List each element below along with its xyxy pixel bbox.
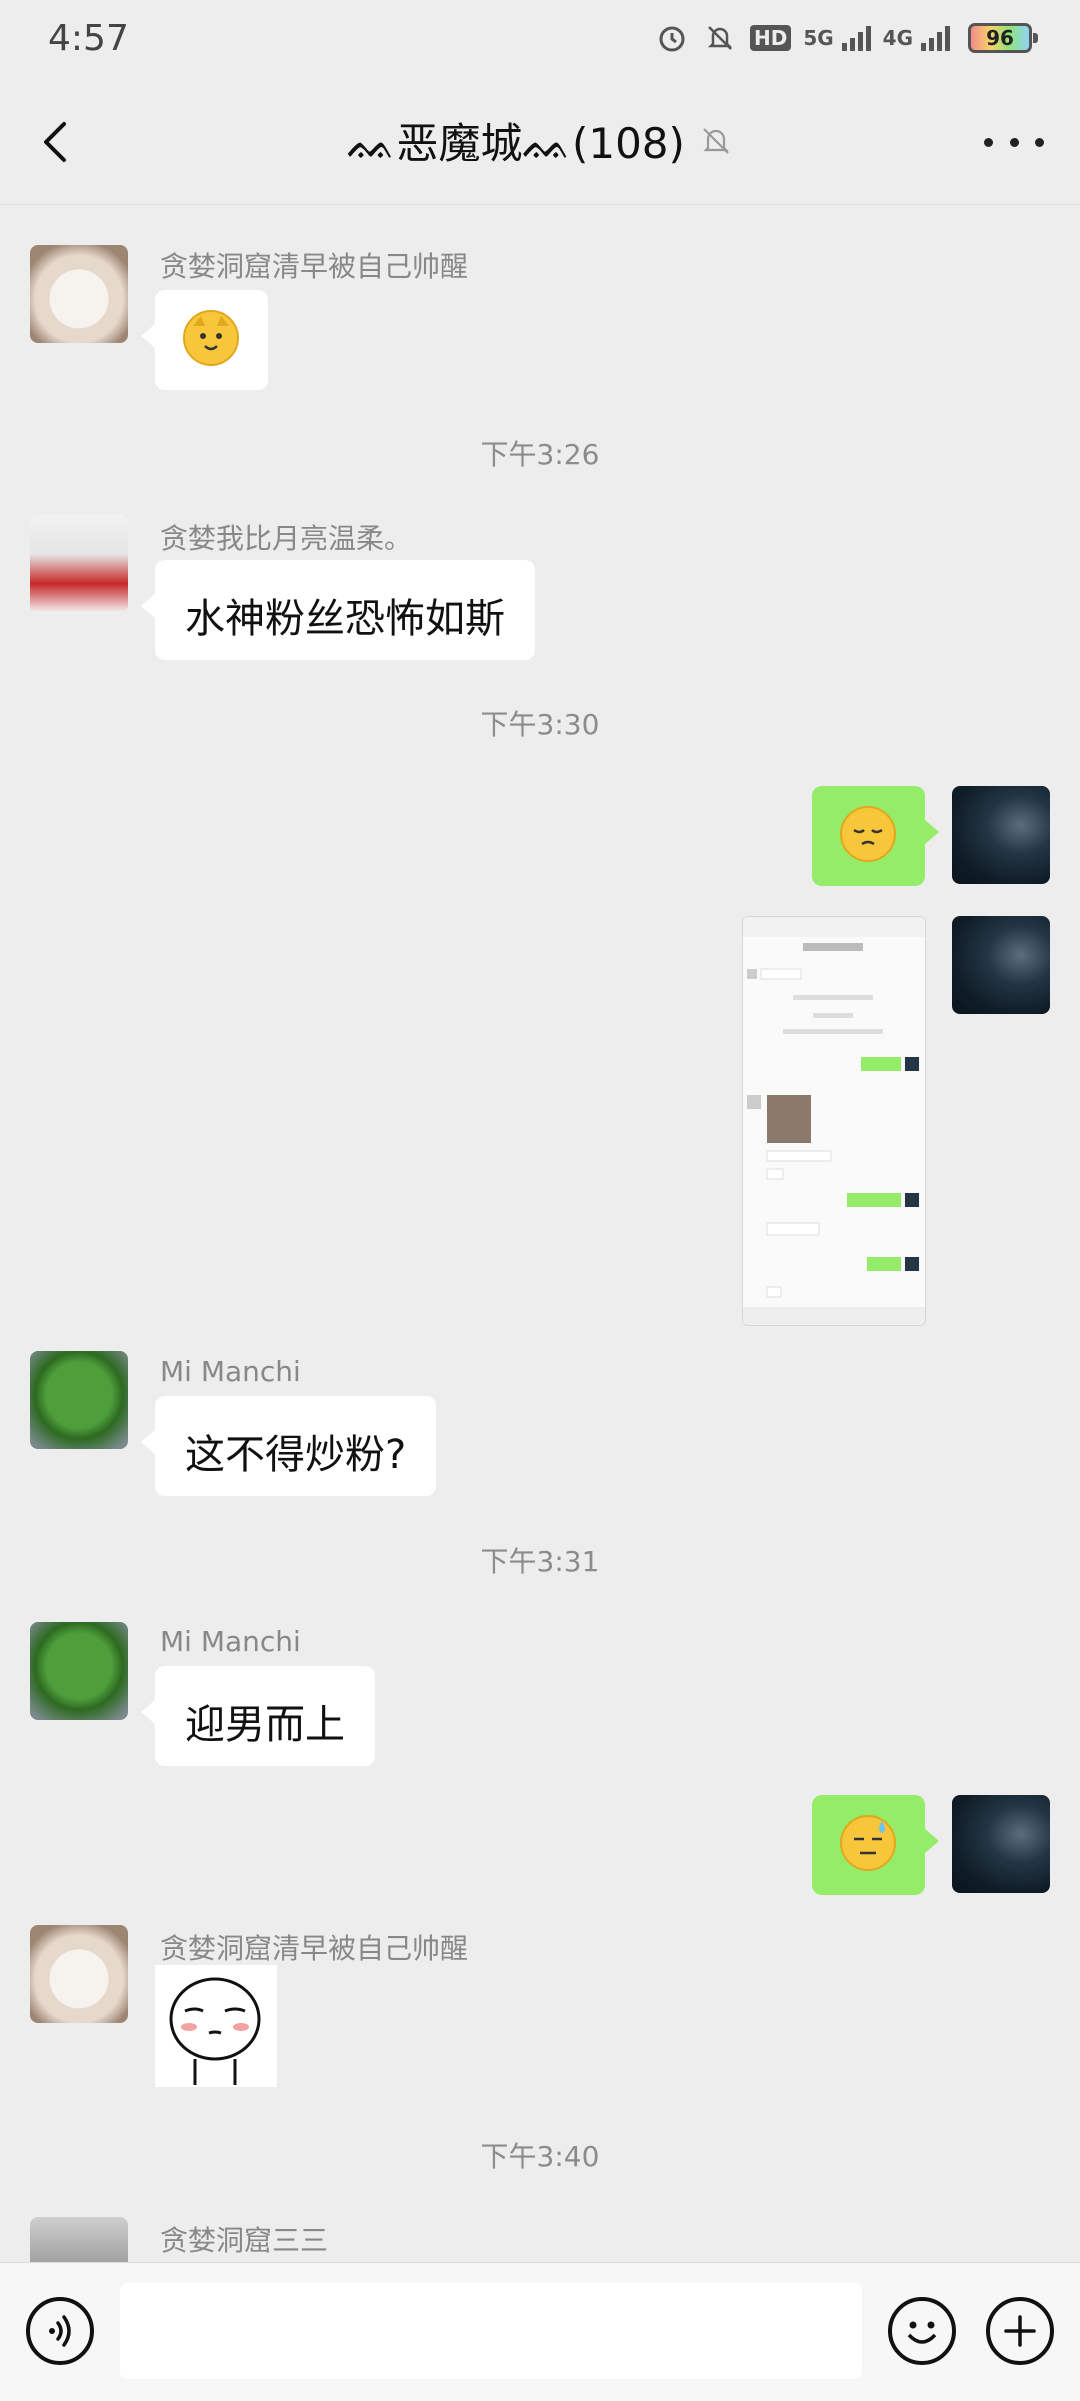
sender-name: Mi Manchi (160, 1355, 301, 1388)
cat-emoji-icon (183, 310, 239, 366)
more-dot (984, 137, 993, 147)
status-bar: 4:57 HD 5G 4G 96 (0, 0, 1080, 80)
sweat-emoji-icon (840, 1815, 896, 1871)
net-5g: 5G (803, 26, 834, 50)
net-4g: 4G (882, 26, 913, 50)
alarm-icon (654, 20, 690, 56)
status-time: 4:57 (48, 18, 129, 59)
bell-off-icon (699, 124, 733, 158)
status-icons: HD 5G 4G 96 (654, 20, 1038, 56)
avatar[interactable] (30, 1622, 128, 1720)
voice-button[interactable] (26, 2297, 94, 2365)
signal-5g-icon (841, 25, 871, 51)
timestamp: 下午3:26 (480, 438, 600, 471)
voice-icon (49, 2315, 71, 2347)
input-bar (0, 2262, 1080, 2401)
image-message[interactable] (742, 916, 926, 1326)
avatar-self[interactable] (952, 1795, 1050, 1893)
chat-header: ᨐ恶魔城ᨐ(108) (0, 80, 1080, 205)
avatar-self[interactable] (952, 786, 1050, 884)
bell-off-status-icon (702, 20, 738, 56)
battery-indicator: 96 (968, 23, 1038, 53)
sticker-message[interactable] (155, 1965, 277, 2087)
emoji-button[interactable] (888, 2297, 956, 2365)
message-bubble-self[interactable] (812, 1795, 939, 1895)
plus-icon (1004, 2315, 1036, 2347)
chat-message-list[interactable]: 贪婪洞窟清早被自己帅醒 下午3:26 贪婪我比月亮温柔。 水神粉丝恐怖如斯 下午… (0, 205, 1080, 2262)
timestamp: 下午3:40 (480, 2140, 600, 2173)
sender-name: Mi Manchi (160, 1625, 301, 1658)
sender-name: 贪婪我比月亮温柔。 (160, 522, 413, 555)
more-actions-button[interactable] (986, 2297, 1054, 2365)
message-bubble[interactable] (141, 290, 268, 390)
screenshot-thumbnail (743, 917, 925, 1325)
more-dot (1035, 137, 1044, 147)
message-bubble[interactable]: 这不得炒粉? (140, 1396, 437, 1496)
sender-name: 贪婪洞窟清早被自己帅醒 (160, 250, 469, 283)
smug-face-sticker-icon (169, 1977, 261, 2085)
timestamp: 下午3:31 (480, 1545, 600, 1578)
hd-indicator: HD (749, 25, 792, 51)
avatar[interactable] (30, 1351, 128, 1449)
avatar[interactable] (30, 515, 128, 613)
more-dot (1009, 137, 1019, 147)
message-bubble[interactable]: 水神粉丝恐怖如斯 (141, 560, 535, 660)
title-wrap: ᨐ恶魔城ᨐ(108) (0, 110, 1080, 171)
emoji-icon (907, 2321, 937, 2344)
sender-name: 贪婪洞窟清早被自己帅醒 (160, 1932, 469, 1965)
message-bubble[interactable]: 迎男而上 (141, 1666, 375, 1766)
signal-4g-icon (921, 25, 950, 51)
sender-name: 贪婪洞窟三三 (160, 2224, 329, 2257)
message-bubble-self[interactable] (812, 786, 939, 886)
timestamp: 下午3:30 (480, 708, 600, 741)
avatar-self[interactable] (952, 916, 1050, 1014)
chat-title: ᨐ恶魔城ᨐ(108) (347, 119, 685, 168)
avatar[interactable] (30, 1925, 128, 2023)
pensive-emoji-icon (840, 806, 896, 862)
more-button[interactable] (984, 122, 1044, 162)
avatar[interactable] (30, 245, 128, 343)
avatar[interactable] (30, 2217, 128, 2262)
message-input[interactable] (120, 2283, 862, 2379)
